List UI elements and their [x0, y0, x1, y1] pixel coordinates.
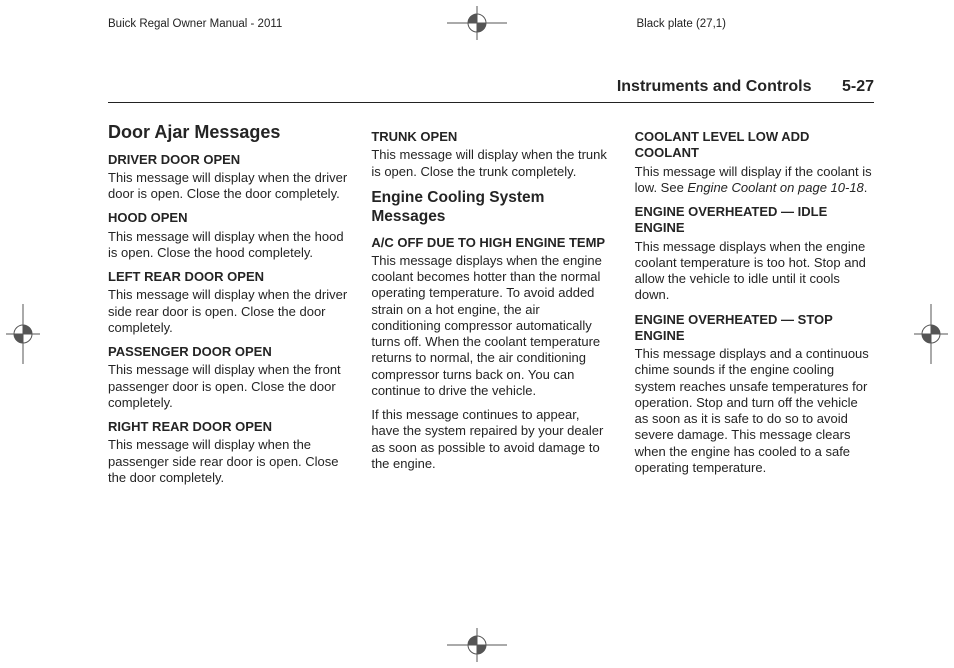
column-2: TRUNK OPEN This message will display whe… — [371, 121, 610, 494]
plate-label: Black plate (27,1) — [637, 18, 727, 30]
heading-door-ajar: Door Ajar Messages — [108, 121, 347, 144]
msg-body: This message displays when the engine co… — [371, 253, 610, 399]
msg-title: LEFT REAR DOOR OPEN — [108, 269, 347, 285]
column-3: COOLANT LEVEL LOW ADD COOLANT This messa… — [635, 121, 874, 494]
msg-title: ENGINE OVERHEATED — STOP ENGINE — [635, 312, 874, 345]
print-header: Buick Regal Owner Manual - 2011 Black pl… — [108, 18, 846, 40]
section-title: Instruments and Controls — [617, 78, 812, 95]
msg-body: This message will display when the passe… — [108, 437, 347, 486]
msg-body: This message will display when the trunk… — [371, 147, 610, 180]
msg-title: HOOD OPEN — [108, 210, 347, 226]
heading-engine-cooling: Engine Cooling System Messages — [371, 188, 610, 227]
msg-body: This message displays and a continuous c… — [635, 346, 874, 476]
msg-body: This message displays when the engine co… — [635, 239, 874, 304]
column-1: Door Ajar Messages DRIVER DOOR OPEN This… — [108, 121, 347, 494]
page-body: Instruments and Controls 5-27 Door Ajar … — [108, 78, 874, 618]
msg-title: A/C OFF DUE TO HIGH ENGINE TEMP — [371, 235, 610, 251]
columns: Door Ajar Messages DRIVER DOOR OPEN This… — [108, 121, 874, 494]
msg-body: This message will display if the coolant… — [635, 164, 874, 197]
manual-title: Buick Regal Owner Manual - 2011 — [108, 18, 282, 30]
register-mark-bottom — [447, 628, 507, 662]
manual-page: Buick Regal Owner Manual - 2011 Black pl… — [0, 0, 954, 668]
msg-body: This message will display when the drive… — [108, 287, 347, 336]
running-head: Instruments and Controls 5-27 — [108, 78, 874, 103]
msg-title: DRIVER DOOR OPEN — [108, 152, 347, 168]
msg-title: ENGINE OVERHEATED — IDLE ENGINE — [635, 204, 874, 237]
msg-title: COOLANT LEVEL LOW ADD COOLANT — [635, 129, 874, 162]
register-mark-right — [914, 304, 948, 364]
cross-reference: Engine Coolant on page 10-18 — [687, 180, 863, 195]
msg-body: This message will display when the drive… — [108, 170, 347, 203]
msg-body: This message will display when the hood … — [108, 229, 347, 262]
msg-body: This message will display when the front… — [108, 362, 347, 411]
msg-body: If this message continues to appear, hav… — [371, 407, 610, 472]
msg-title: TRUNK OPEN — [371, 129, 610, 145]
register-mark-left — [6, 304, 40, 364]
msg-body-text: . — [864, 180, 868, 195]
msg-title: PASSENGER DOOR OPEN — [108, 344, 347, 360]
page-number: 5-27 — [842, 78, 874, 95]
msg-title: RIGHT REAR DOOR OPEN — [108, 419, 347, 435]
